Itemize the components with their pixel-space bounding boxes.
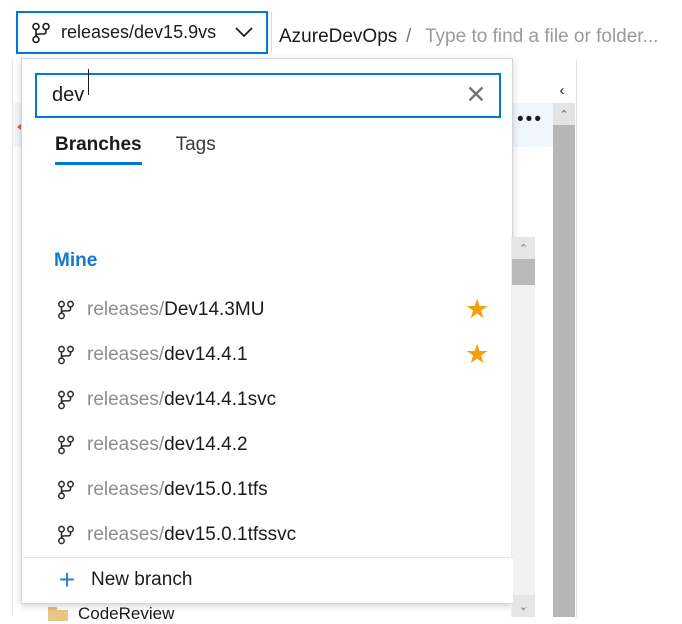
branch-name-match: dev14.4.1svc xyxy=(164,388,277,410)
tab-branches[interactable]: Branches xyxy=(55,134,142,165)
branch-search-input[interactable] xyxy=(37,75,453,116)
git-branch-icon xyxy=(54,480,78,500)
branch-name-match: dev14.4.2 xyxy=(164,433,248,455)
page-scrollbar-up-button[interactable]: ⌃ xyxy=(553,103,575,125)
branch-list-scroll-down-button[interactable]: ⌄ xyxy=(512,595,535,617)
favorite-star-icon[interactable]: ★ xyxy=(465,341,489,368)
branch-name: releases/dev14.4.2 xyxy=(87,434,248,456)
branch-name-prefix: releases/ xyxy=(87,523,165,545)
tab-tags[interactable]: Tags xyxy=(176,134,216,165)
side-panel: Contents Simple Graph xyxy=(576,60,682,617)
background-folder-row[interactable]: CodeReview xyxy=(48,604,174,624)
branch-list-scrollbar[interactable]: ⌃ ⌄ xyxy=(511,237,535,617)
branch-name-prefix: releases/ xyxy=(87,388,165,410)
git-branch-icon xyxy=(54,525,78,545)
plus-icon: + xyxy=(58,564,76,595)
clear-search-icon[interactable]: ✕ xyxy=(453,75,499,116)
breadcrumb-separator: / xyxy=(406,26,412,47)
git-branch-icon xyxy=(54,390,78,410)
new-branch-label: New branch xyxy=(91,569,193,590)
branch-picker-label: releases/dev15.9vs xyxy=(61,22,217,42)
branch-list-item[interactable]: releases/dev14.4.2 xyxy=(23,422,489,467)
branch-list: releases/Dev14.3MU ★ releases/dev14.4.1 … xyxy=(23,180,513,604)
branch-picker-button[interactable]: releases/dev15.9vs xyxy=(16,11,268,54)
branch-name-match: dev15.0.1tfssvc xyxy=(164,523,297,545)
branch-list-item[interactable]: releases/dev14.4.1 ★ xyxy=(23,332,489,377)
branch-list-item[interactable]: releases/dev14.4.1svc xyxy=(23,377,489,422)
git-branch-icon xyxy=(31,22,51,44)
folder-row-label: CodeReview xyxy=(78,604,175,623)
breadcrumb-repo-link[interactable]: AzureDevOps xyxy=(279,26,397,48)
git-branch-icon xyxy=(54,345,78,365)
page-scrollbar[interactable]: ⌃ xyxy=(553,103,575,617)
branch-list-scrollbar-thumb[interactable] xyxy=(512,259,535,285)
branch-name: releases/dev15.0.1tfs xyxy=(87,479,268,501)
branch-list-item[interactable]: releases/dev15.0.1tfssvc xyxy=(23,512,489,557)
breadcrumb-divider xyxy=(271,12,272,53)
branch-name-match: dev14.4.1 xyxy=(164,343,248,365)
side-panel-collapse-icon[interactable]: ‹ xyxy=(550,78,574,102)
branch-name-match: dev15.0.1tfs xyxy=(164,478,268,500)
page-scrollbar-thumb[interactable] xyxy=(553,125,575,617)
branch-name-prefix: releases/ xyxy=(87,433,165,455)
git-branch-icon xyxy=(54,300,78,320)
branch-list-item[interactable]: releases/dev15.7 xyxy=(23,602,489,604)
branch-picker-dropdown: ✕ Branches Tags Mine releases/Dev14.3MU … xyxy=(21,58,535,617)
branch-name: releases/Dev14.3MU xyxy=(87,299,264,321)
branch-list-scroll-up-button[interactable]: ⌃ xyxy=(512,237,535,259)
branch-name-prefix: releases/ xyxy=(87,298,165,320)
branch-name-prefix: releases/ xyxy=(87,478,165,500)
branch-name-prefix: releases/ xyxy=(87,343,165,365)
favorite-star-icon[interactable]: ★ xyxy=(465,296,489,323)
row-more-actions-icon[interactable]: ••• xyxy=(515,110,545,135)
text-caret xyxy=(88,69,89,95)
branch-name-match: Dev14.3MU xyxy=(164,298,265,320)
branch-list-item[interactable]: releases/dev15.0.1tfs xyxy=(23,467,489,512)
file-path-search-input[interactable]: Type to find a file or folder... xyxy=(425,26,658,48)
branch-search-box[interactable]: ✕ xyxy=(35,73,501,118)
chevron-down-icon xyxy=(234,25,254,41)
branch-list-item[interactable]: releases/Dev14.3MU ★ xyxy=(23,287,489,332)
dropdown-tabs: Branches Tags xyxy=(55,134,216,165)
git-branch-icon xyxy=(54,435,78,455)
folder-icon xyxy=(48,607,68,621)
branch-name: releases/dev15.0.1tfssvc xyxy=(87,524,296,546)
branch-name: releases/dev14.4.1 xyxy=(87,344,248,366)
new-branch-button[interactable]: + New branch xyxy=(23,557,513,602)
branch-name: releases/dev14.4.1svc xyxy=(87,389,276,411)
